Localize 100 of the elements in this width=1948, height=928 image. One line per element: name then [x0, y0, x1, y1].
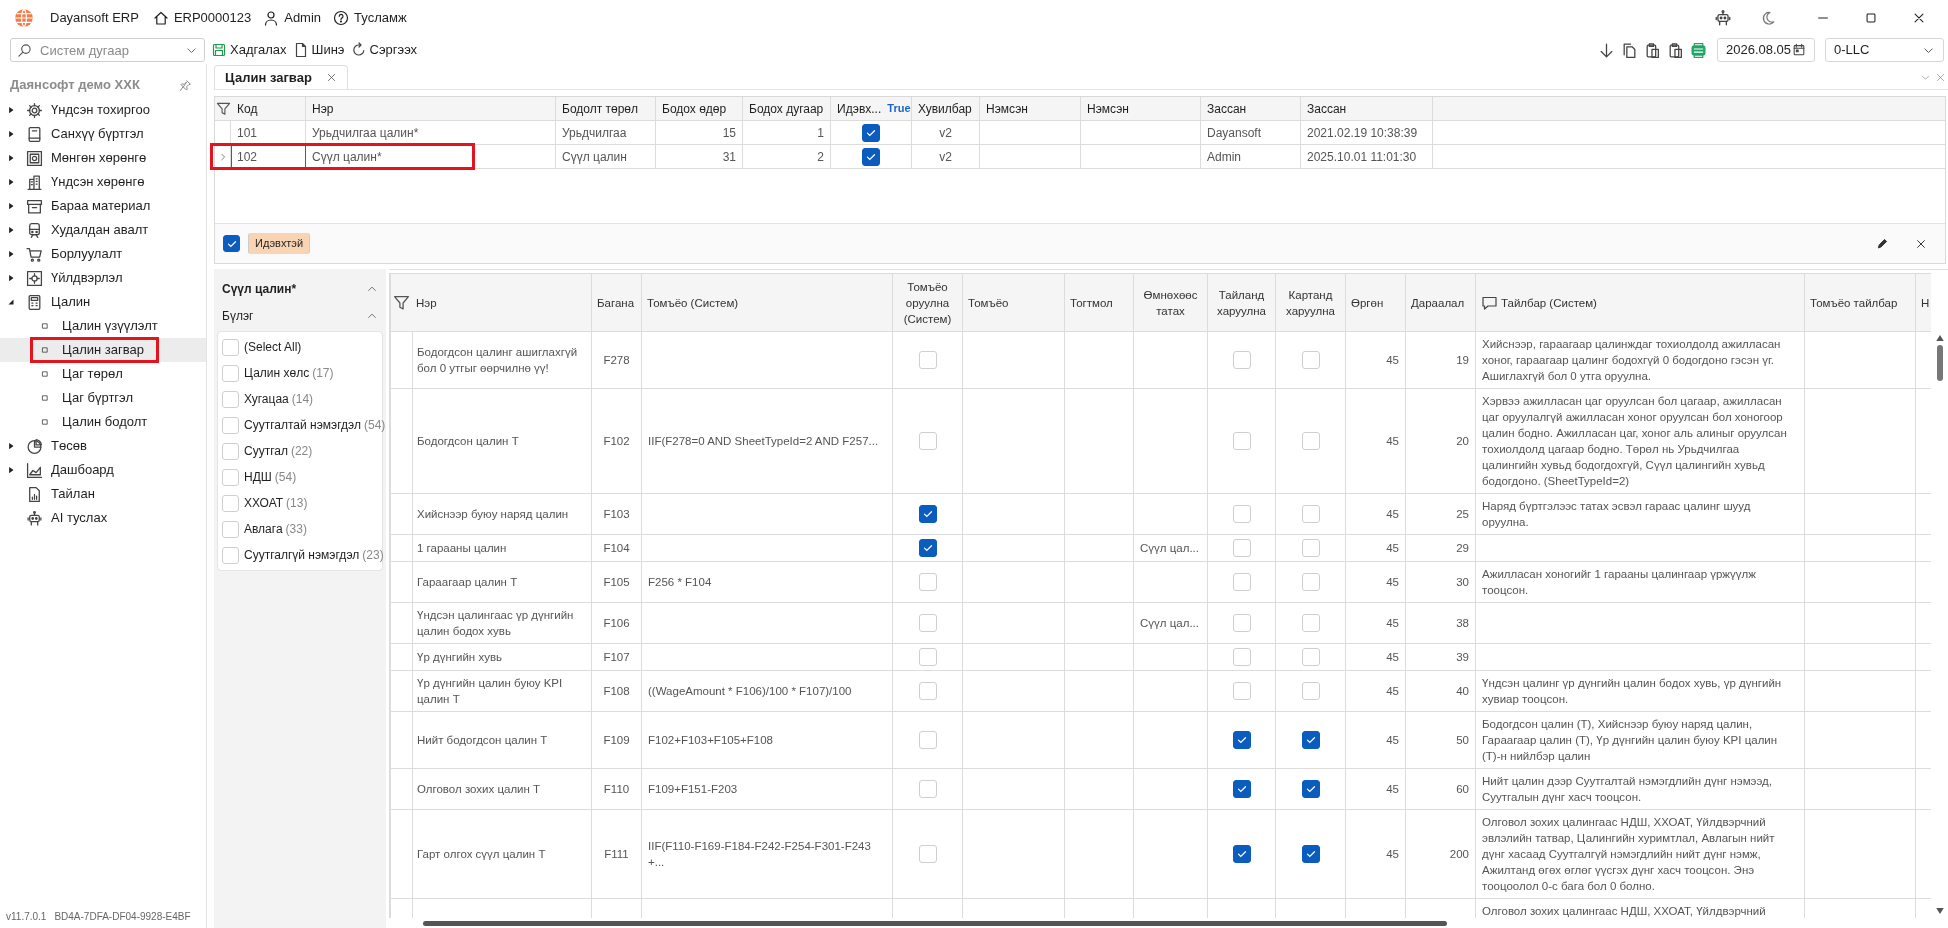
- user-link[interactable]: Admin: [263, 8, 322, 28]
- pencil-icon[interactable]: [1876, 237, 1889, 250]
- expand-triangle-icon[interactable]: [6, 129, 16, 139]
- collapse-triangle-icon[interactable]: [6, 297, 16, 307]
- checkbox[interactable]: [918, 505, 937, 523]
- sidebar-subitem[interactable]: Цалин үзүүлэлт: [0, 314, 206, 338]
- sidebar-item[interactable]: Худалдан авалт: [0, 218, 206, 242]
- sidebar-item[interactable]: Мөнгөн хөрөнгө: [0, 146, 206, 170]
- sidebar-item[interactable]: Борлуулалт: [0, 242, 206, 266]
- refresh-button[interactable]: Сэргээх: [350, 40, 418, 60]
- sidebar-item[interactable]: AI туслах: [0, 506, 206, 530]
- column-header[interactable]: Бодох дугаар: [743, 97, 831, 120]
- sidebar-item[interactable]: Тайлан: [0, 482, 206, 506]
- column-header[interactable]: Багана: [591, 273, 642, 332]
- close-icon[interactable]: [1912, 11, 1926, 25]
- column-header[interactable]: Хувилбар: [912, 97, 980, 120]
- expand-triangle-icon[interactable]: [6, 225, 16, 235]
- sidebar-subitem[interactable]: Цалин бодолт: [0, 410, 206, 434]
- expand-triangle-icon[interactable]: [6, 441, 16, 451]
- checkbox[interactable]: [1232, 731, 1251, 749]
- system-number-field[interactable]: Систем дугаар: [10, 38, 205, 62]
- column-header[interactable]: Картанд харуулна: [1275, 273, 1346, 332]
- sidebar-item[interactable]: Бараа материал: [0, 194, 206, 218]
- scroll-down-arrow-icon[interactable]: [1935, 908, 1944, 914]
- filter-option-label[interactable]: (Select All): [244, 338, 302, 356]
- filter-option-label[interactable]: НДШ: [244, 468, 272, 486]
- column-header[interactable]: Зассан: [1201, 97, 1301, 120]
- filter-value[interactable]: True: [887, 100, 911, 117]
- expand-triangle-icon[interactable]: [6, 249, 16, 259]
- sidebar-item[interactable]: Санхүү бүртгэл: [0, 122, 206, 146]
- sidebar-item[interactable]: Үндсэн тохиргоо: [0, 98, 206, 122]
- filter-option-label[interactable]: Суутгалтай нэмэгдэл: [244, 416, 361, 434]
- pin-icon[interactable]: [179, 78, 192, 92]
- paste-icon[interactable]: [1644, 41, 1661, 59]
- sidebar-subitem[interactable]: Цаг бүртгэл: [0, 386, 206, 410]
- column-header[interactable]: Код: [231, 97, 306, 120]
- sidebar-item[interactable]: Үйлдвэрлэл: [0, 266, 206, 290]
- expand-triangle-icon[interactable]: [6, 177, 16, 187]
- column-header[interactable]: Дараалал: [1405, 273, 1476, 332]
- help-link[interactable]: Тусламж: [333, 8, 407, 28]
- expand-triangle-icon[interactable]: [6, 201, 16, 211]
- checkbox[interactable]: [918, 539, 937, 557]
- new-button[interactable]: Шинэ: [292, 40, 345, 60]
- checkbox[interactable]: [1232, 780, 1251, 798]
- column-header[interactable]: Нэмсэн: [1081, 97, 1201, 120]
- column-header[interactable]: Томъёо оруулна (Систем): [892, 273, 963, 332]
- copy-icon[interactable]: [1621, 41, 1638, 59]
- horizontal-scrollbar[interactable]: [423, 920, 1447, 926]
- filter-option-label[interactable]: Суутгалгүй нэмэгдэл: [244, 546, 360, 564]
- robot-icon[interactable]: [1714, 9, 1732, 27]
- column-header[interactable]: Томъёо тайлбар: [1804, 273, 1916, 332]
- filter-option-label[interactable]: Хугацаа: [244, 390, 289, 408]
- filter-option-label[interactable]: Цалин хөлс: [244, 364, 310, 382]
- checkbox[interactable]: [862, 123, 880, 142]
- column-header[interactable]: Тогтмол: [1064, 273, 1134, 332]
- column-header[interactable]: Зассан: [1301, 97, 1433, 120]
- checkbox[interactable]: [1232, 845, 1251, 863]
- expand-triangle-icon[interactable]: [6, 105, 16, 115]
- maximize-icon[interactable]: [1864, 11, 1878, 25]
- filter-icon[interactable]: [215, 101, 231, 116]
- checkbox[interactable]: [1301, 845, 1320, 863]
- column-header[interactable]: Өргөн: [1345, 273, 1406, 332]
- tab[interactable]: Цалин загвар: [214, 65, 348, 89]
- sidebar-item[interactable]: Үндсэн хөрөнгө: [0, 170, 206, 194]
- column-header[interactable]: Идэвх... True: [831, 97, 912, 120]
- sidebar-subitem[interactable]: Цаг төрөл: [0, 362, 206, 386]
- expand-triangle-icon[interactable]: [6, 465, 16, 475]
- expand-triangle-icon[interactable]: [6, 273, 16, 283]
- filter-option-label[interactable]: Суутгал: [244, 442, 288, 460]
- filter-chip[interactable]: Идэвхтэй: [248, 233, 311, 254]
- checkbox[interactable]: [1301, 731, 1320, 749]
- date-field[interactable]: 2026.08.05: [1717, 38, 1815, 62]
- filter-option-label[interactable]: ХХОАТ: [244, 494, 284, 512]
- scrollbar-thumb[interactable]: [1936, 345, 1943, 381]
- sidebar-item[interactable]: Цалин: [0, 290, 206, 314]
- column-header[interactable]: Томъёо (Систем): [641, 273, 893, 332]
- filter-option-label[interactable]: Авлага: [244, 520, 283, 538]
- checkbox[interactable]: [223, 235, 240, 252]
- sidebar-item[interactable]: Дашбоард: [0, 458, 206, 482]
- sidebar-item[interactable]: Төсөв: [0, 434, 206, 458]
- column-header[interactable]: Тайлбар (Систем): [1501, 294, 1597, 311]
- expand-triangle-icon[interactable]: [6, 153, 16, 163]
- checkbox[interactable]: [1301, 780, 1320, 798]
- column-header[interactable]: Н: [1915, 273, 1931, 332]
- checkbox[interactable]: [862, 147, 880, 166]
- column-header[interactable]: Томъёо: [962, 273, 1065, 332]
- sidebar-subitem[interactable]: Цалин загвар: [0, 338, 206, 362]
- save-button[interactable]: Хадгалах: [211, 40, 287, 60]
- column-header[interactable]: Тайланд харуулна: [1207, 273, 1276, 332]
- column-header[interactable]: Бодолт төрөл: [556, 97, 656, 120]
- column-header[interactable]: Нэр: [306, 97, 556, 120]
- column-header[interactable]: Бодох өдөр: [656, 97, 743, 120]
- moon-icon[interactable]: [1760, 10, 1776, 26]
- close-icon[interactable]: [1915, 237, 1927, 250]
- spreadsheet-export-icon[interactable]: [1690, 41, 1707, 59]
- company-dropdown[interactable]: 0-LLC: [1825, 38, 1944, 62]
- filter-icon[interactable]: [393, 294, 410, 311]
- column-header[interactable]: Өмнөхөөс татах: [1133, 273, 1208, 332]
- paste-icon[interactable]: [1667, 41, 1684, 59]
- chevron-down-icon[interactable]: [1920, 72, 1931, 83]
